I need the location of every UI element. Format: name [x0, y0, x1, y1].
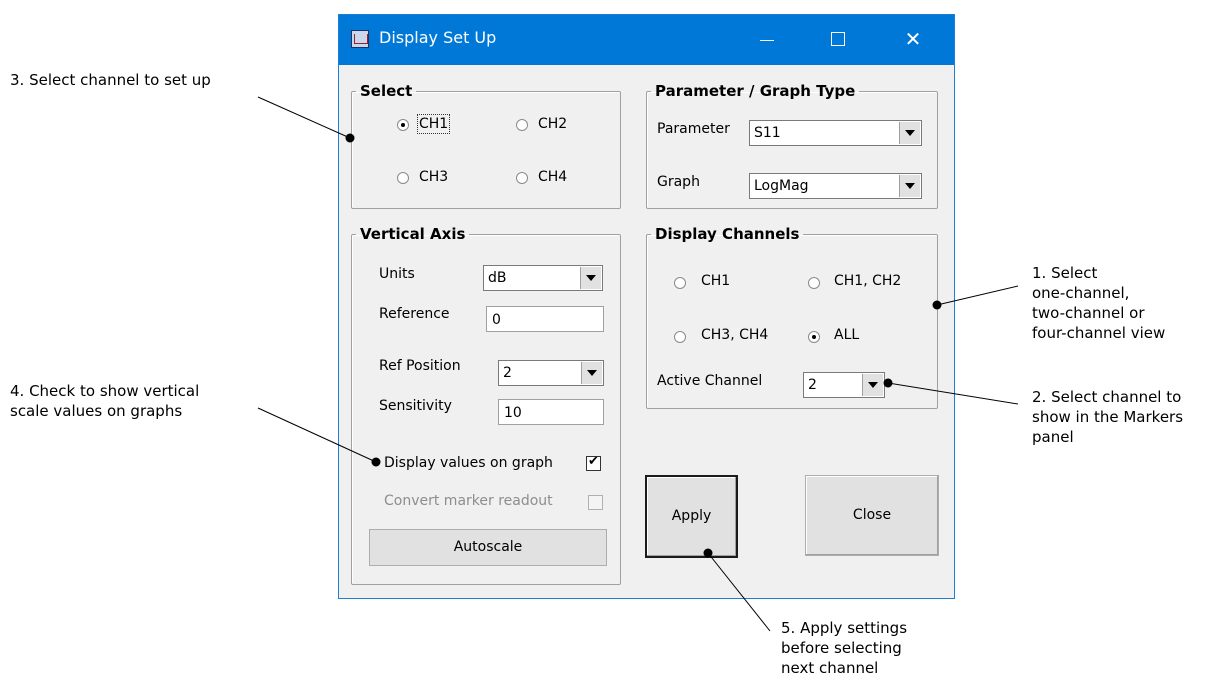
display-ch1-ch2-radio[interactable] [808, 277, 820, 289]
autoscale-button[interactable]: Autoscale [369, 529, 607, 566]
chevron-down-icon[interactable] [862, 374, 883, 396]
reference-value: 0 [492, 312, 501, 328]
reference-input[interactable]: 0 [486, 306, 604, 332]
maximize-icon [831, 32, 845, 46]
select-ch2-radio[interactable] [516, 119, 528, 131]
annotation-select-channel: 3. Select channel to set up [10, 71, 211, 89]
chevron-down-icon[interactable] [899, 122, 920, 144]
display-ch1-label[interactable]: CH1 [701, 273, 730, 289]
sensitivity-value: 10 [504, 405, 522, 421]
display-ch3-ch4-radio[interactable] [674, 331, 686, 343]
units-label: Units [379, 266, 415, 282]
display-ch3-ch4-label[interactable]: CH3, CH4 [701, 327, 768, 343]
chevron-down-icon[interactable] [580, 267, 601, 289]
active-channel-value: 2 [808, 377, 817, 393]
vertical-axis-legend: Vertical Axis [360, 225, 466, 243]
active-channel-label: Active Channel [657, 373, 763, 389]
sensitivity-label: Sensitivity [379, 398, 452, 414]
annotation-apply-settings: 5. Apply settings before selecting next … [781, 619, 908, 677]
parameter-label: Parameter [657, 121, 730, 137]
close-icon: ✕ [904, 27, 922, 51]
chevron-down-icon[interactable] [581, 362, 602, 384]
display-setup-dialog: Display Set Up ✕ Select CH1 CH2 CH3 CH4 … [338, 14, 955, 599]
units-dropdown[interactable]: dB [483, 265, 603, 291]
close-button[interactable]: Close [805, 475, 939, 556]
annotation-vertical-scale: 4. Check to show vertical scale values o… [10, 382, 200, 420]
select-ch2-label[interactable]: CH2 [538, 116, 567, 132]
display-values-label[interactable]: Display values on graph [384, 455, 553, 471]
title-bar: Display Set Up ✕ [339, 15, 954, 65]
ref-position-dropdown[interactable]: 2 [498, 360, 604, 386]
parameter-dropdown[interactable]: S11 [749, 120, 922, 146]
select-group: Select [351, 82, 621, 209]
select-ch4-radio[interactable] [516, 172, 528, 184]
parameter-graph-legend: Parameter / Graph Type [655, 82, 856, 100]
window-title: Display Set Up [379, 28, 497, 47]
select-ch3-radio[interactable] [397, 172, 409, 184]
leader-line-select [257, 96, 351, 139]
graph-label: Graph [657, 174, 700, 190]
graph-value: LogMag [754, 178, 809, 194]
display-all-label[interactable]: ALL [834, 327, 859, 343]
minimize-icon [760, 40, 774, 41]
ref-position-label: Ref Position [379, 358, 461, 374]
chevron-down-icon[interactable] [899, 175, 920, 197]
active-channel-dropdown[interactable]: 2 [803, 372, 885, 398]
select-ch1-radio[interactable] [397, 119, 409, 131]
sensitivity-input[interactable]: 10 [498, 399, 604, 425]
apply-button[interactable]: Apply [645, 475, 738, 558]
reference-label: Reference [379, 306, 450, 322]
graph-dropdown[interactable]: LogMag [749, 173, 922, 199]
display-values-checkbox[interactable] [586, 454, 601, 471]
app-icon [351, 30, 369, 48]
select-ch1-label[interactable]: CH1 [416, 114, 451, 134]
select-legend: Select [360, 82, 413, 100]
annotation-display-view: 1. Select one-channel, two-channel or fo… [1032, 264, 1166, 342]
convert-marker-label: Convert marker readout [384, 493, 553, 509]
ref-position-value: 2 [503, 365, 512, 381]
display-ch1-radio[interactable] [674, 277, 686, 289]
display-channels-legend: Display Channels [655, 225, 800, 243]
minimize-button[interactable] [745, 21, 789, 57]
convert-marker-checkbox [588, 495, 603, 510]
select-ch3-label[interactable]: CH3 [419, 169, 448, 185]
parameter-value: S11 [754, 125, 781, 141]
units-value: dB [488, 270, 507, 286]
select-ch4-label[interactable]: CH4 [538, 169, 567, 185]
display-ch1-ch2-label[interactable]: CH1, CH2 [834, 273, 901, 289]
maximize-button[interactable] [817, 21, 861, 57]
close-window-button[interactable]: ✕ [891, 21, 935, 57]
display-all-radio[interactable] [808, 331, 820, 343]
annotation-markers-channel: 2. Select channel to show in the Markers… [1032, 388, 1184, 446]
